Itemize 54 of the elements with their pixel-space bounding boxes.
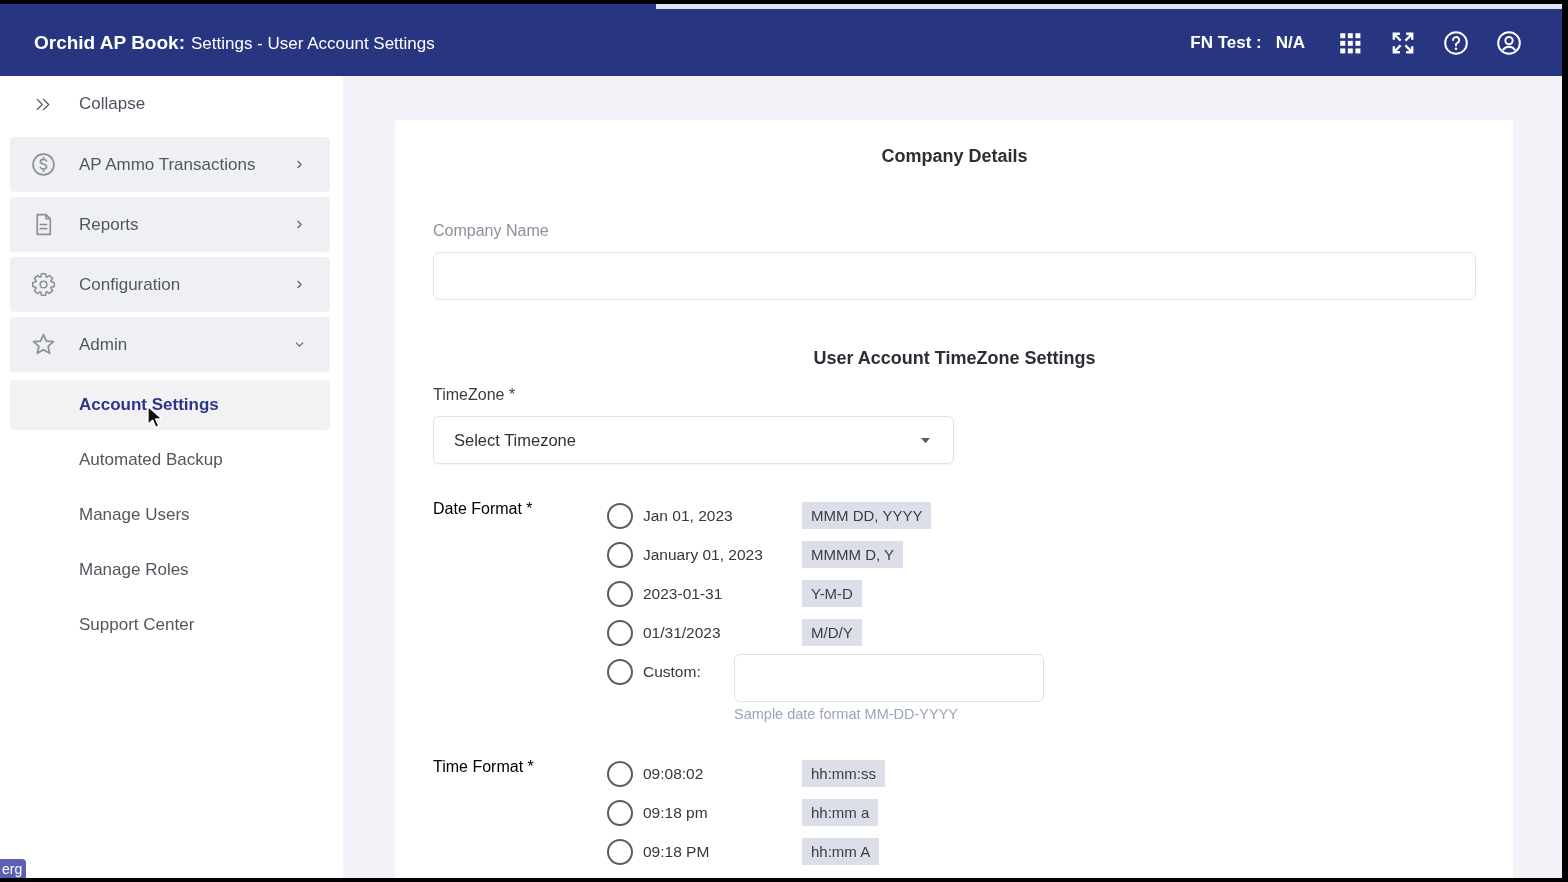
caret-down-icon <box>920 436 931 444</box>
user-icon[interactable] <box>1496 29 1522 56</box>
format-tag: hh:mm a <box>802 799 879 826</box>
option-label: Custom: <box>643 662 702 682</box>
sidebar-item[interactable]: Reports <box>10 197 330 252</box>
section-title: Company Details <box>880 145 1029 167</box>
sidebar-subitem[interactable]: Manage Users <box>10 490 330 540</box>
dollar-coin-icon <box>31 152 56 177</box>
app-name: Orchid AP Book: <box>34 31 185 54</box>
env-value: N/A <box>1275 32 1305 53</box>
field-label: Date Format * <box>433 500 534 519</box>
option-label: January 01, 2023 <box>643 545 764 564</box>
help-icon[interactable] <box>1443 29 1469 56</box>
sidebar-subitem[interactable]: Manage Roles <box>10 545 330 595</box>
format-tag: hh:mm:ss <box>802 760 885 787</box>
radio-button[interactable] <box>607 838 633 865</box>
option-label: Jan 01, 2023 <box>643 506 734 525</box>
field-label: Company Name <box>433 222 550 240</box>
radio-button[interactable] <box>607 619 633 646</box>
option-label: 2023-01-31 <box>643 584 724 603</box>
field-label: TimeZone * <box>433 386 517 404</box>
radio-button[interactable] <box>607 580 633 607</box>
radio-button[interactable] <box>607 799 633 826</box>
format-tag: MMMM D, Y <box>802 541 904 568</box>
sidebar-subitem[interactable]: Support Center <box>10 600 330 650</box>
sidebar-subitem[interactable]: Account Settings <box>10 380 330 430</box>
corner-badge: erg <box>0 859 27 878</box>
option-label: 01/31/2023 <box>643 623 722 642</box>
page-title: Settings - User Account Settings <box>190 33 435 54</box>
format-tag: M/D/Y <box>802 619 862 646</box>
sidebar-item[interactable]: Configuration <box>10 257 330 312</box>
sidebar-item[interactable]: Admin <box>10 317 330 372</box>
company-name-input[interactable] <box>433 252 1476 300</box>
sidebar-subitem[interactable]: Automated Backup <box>10 435 330 485</box>
option-label: 09:08:02 <box>643 764 705 783</box>
radio-button[interactable] <box>607 760 633 787</box>
format-tag: MMM DD, YYYY <box>802 502 932 529</box>
star-icon <box>31 332 56 357</box>
hint-text: Sample date format MM-DD-YYYY <box>734 706 959 722</box>
option-label: 09:18 pm <box>643 803 709 822</box>
gear-icon <box>31 272 56 297</box>
sidebar-item[interactable]: AP Ammo Transactions <box>10 137 330 192</box>
custom-format-input[interactable] <box>734 654 1044 702</box>
radio-button[interactable] <box>607 658 633 685</box>
env-label: FN Test : <box>1190 32 1262 53</box>
timezone-dropdown[interactable]: Select Timezone <box>433 416 954 464</box>
field-label: Time Format * <box>433 758 535 777</box>
option-label: 09:18 PM <box>643 842 711 861</box>
section-title: User Account TimeZone Settings <box>812 347 1097 369</box>
format-tag: Y-M-D <box>802 580 862 607</box>
radio-button[interactable] <box>607 502 633 529</box>
format-tag: hh:mm A <box>802 838 880 865</box>
collapse-button[interactable]: Collapse <box>10 76 146 132</box>
radio-button[interactable] <box>607 541 633 568</box>
